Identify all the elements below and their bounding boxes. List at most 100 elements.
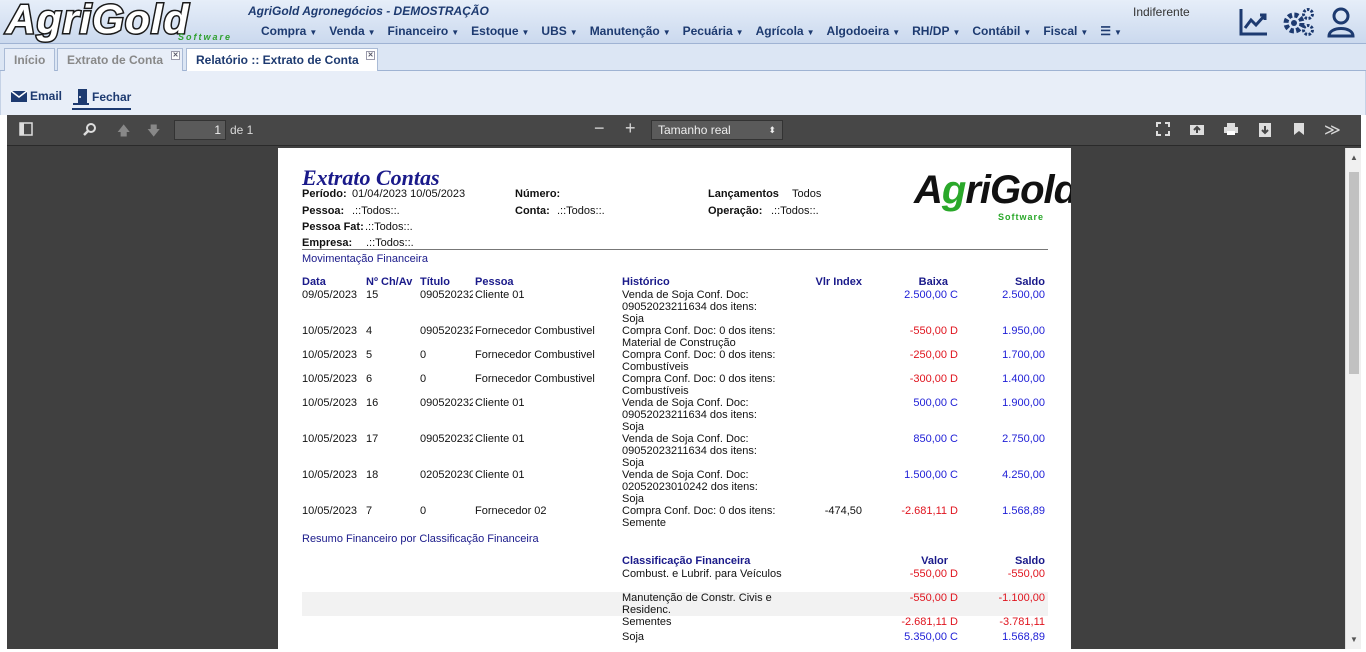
top-bar: AgriGold Software AgriGold Agronegócios …	[0, 0, 1366, 44]
scroll-thumb[interactable]	[1349, 172, 1359, 374]
periodo-value: 01/04/2023 10/05/2023	[352, 188, 466, 200]
email-icon	[10, 90, 28, 102]
agrigold-logo[interactable]: AgriGold Software	[4, 0, 242, 44]
tab-inicio[interactable]: Início	[4, 48, 56, 71]
action-toolbar: Email Fechar	[0, 71, 1366, 115]
empresa-label: Empresa:	[302, 237, 353, 249]
operacao-value: .::Todos::.	[771, 205, 819, 217]
zoom-out-icon[interactable]: −	[594, 118, 605, 139]
download-icon[interactable]	[1258, 122, 1272, 141]
menu-agricola[interactable]: Agrícola ▼	[750, 24, 821, 38]
menu-manutencao[interactable]: Manutenção ▼	[584, 24, 677, 38]
menu-compra[interactable]: Compra ▼	[255, 24, 323, 38]
bookmark-icon[interactable]	[1293, 122, 1305, 139]
row-historico: Venda de Soja Conf. Doc: 09052023211634 …	[622, 397, 757, 433]
row-nro: 4	[366, 325, 373, 337]
col-saldo: Saldo	[1015, 276, 1045, 288]
menu-estoque[interactable]: Estoque ▼	[465, 24, 535, 38]
row-titulo: 0905202321	[420, 325, 473, 337]
fullscreen-icon[interactable]	[1156, 122, 1170, 139]
col-classificacao: Classificação Financeira	[622, 555, 751, 567]
open-file-icon[interactable]	[1189, 122, 1205, 139]
gears-icon[interactable]	[1282, 6, 1314, 38]
report-logo-sub: Software	[997, 212, 1044, 222]
pdf-page: Extrato Contas Período: 01/04/2023 10/05…	[278, 148, 1071, 649]
scroll-up-icon[interactable]: ▲	[1350, 153, 1358, 162]
conta-label: Conta:	[515, 205, 550, 217]
next-page-icon[interactable]: 🡇	[147, 122, 160, 144]
row-data: 10/05/2023	[302, 505, 358, 517]
row-baixa: 500,00 C	[913, 397, 958, 409]
class-name: Sementes	[622, 616, 672, 628]
pessoa-label: Pessoa:	[302, 205, 345, 217]
user-icon[interactable]	[1326, 6, 1358, 38]
row-baixa: -250,00 D	[909, 349, 958, 361]
row-nro: 17	[366, 433, 379, 445]
lancamentos-value: Todos	[792, 188, 822, 200]
menu-more[interactable]: ☰ ▼	[1094, 24, 1128, 38]
class-saldo: -1.100,00	[998, 592, 1045, 604]
row-saldo: 1.900,00	[1002, 397, 1045, 409]
report-logo: AgriGold Software	[914, 168, 1071, 230]
context-label[interactable]: Indiferente	[1133, 5, 1190, 19]
row-baixa: -2.681,11 D	[901, 505, 958, 517]
row-vlrindex: -474,50	[824, 505, 862, 517]
col-titulo: Título	[420, 276, 450, 288]
menu-fiscal[interactable]: Fiscal ▼	[1037, 24, 1094, 38]
page-total: de 1	[230, 123, 254, 137]
email-button[interactable]: Email	[10, 88, 62, 104]
door-exit-icon	[73, 89, 89, 105]
scroll-down-icon[interactable]: ▼	[1350, 635, 1358, 644]
row-saldo: 2.500,00	[1002, 289, 1045, 301]
row-historico: Compra Conf. Doc: 0 dos itens: Combustív…	[622, 349, 776, 373]
conta-value: .::Todos::.	[557, 205, 605, 217]
chart-line-icon[interactable]	[1238, 6, 1270, 38]
close-tab-icon[interactable]: ✕	[366, 51, 375, 60]
row-data: 09/05/2023	[302, 289, 358, 301]
row-baixa: 1.500,00 C	[904, 469, 958, 481]
col-baixa: Baixa	[918, 276, 948, 288]
class-valor: 5.350,00 C	[904, 631, 958, 643]
row-baixa: 2.500,00 C	[904, 289, 958, 301]
tab-relatorio-extrato[interactable]: Relatório :: Extrato de Conta ✕	[186, 48, 378, 72]
row-pessoa: Fornecedor Combustivel	[475, 325, 595, 337]
row-pessoa: Fornecedor 02	[475, 505, 547, 517]
class-name: Combust. e Lubrif. para Veículos	[622, 568, 782, 580]
close-button[interactable]: Fechar	[72, 88, 132, 110]
row-pessoa: Fornecedor Combustivel	[475, 349, 595, 361]
row-nro: 7	[366, 505, 373, 517]
zoom-in-icon[interactable]: +	[625, 118, 636, 139]
row-data: 10/05/2023	[302, 373, 358, 385]
menu-rhdp[interactable]: RH/DP ▼	[906, 24, 966, 38]
menu-venda[interactable]: Venda ▼	[323, 24, 381, 38]
menu-pecuaria[interactable]: Pecuária ▼	[677, 24, 750, 38]
tab-extrato-conta[interactable]: Extrato de Conta ✕	[57, 48, 183, 71]
menu-contabil[interactable]: Contábil ▼	[966, 24, 1037, 38]
class-saldo: -3.781,11	[999, 616, 1045, 628]
prev-page-icon[interactable]: 🡅	[117, 122, 130, 144]
close-tab-icon[interactable]: ✕	[171, 51, 180, 60]
pessoafat-label: Pessoa Fat:	[302, 221, 364, 233]
header-divider	[302, 249, 1048, 250]
col-vlrindex: Vlr Index	[815, 276, 862, 288]
row-saldo: 2.750,00	[1002, 433, 1045, 445]
class-name: Manutenção de Constr. Civis e Residenc.	[622, 592, 772, 616]
col-historico: Histórico	[622, 276, 670, 288]
search-icon[interactable]	[83, 122, 97, 139]
pessoafat-value: .::Todos::.	[365, 221, 413, 233]
row-historico: Compra Conf. Doc: 0 dos itens: Semente	[622, 505, 776, 529]
operacao-label: Operação:	[708, 205, 763, 217]
row-saldo: 1.950,00	[1002, 325, 1045, 337]
vertical-scrollbar[interactable]: ▲ ▼	[1345, 148, 1361, 649]
double-chevron-right-icon[interactable]: ≫	[1324, 120, 1341, 140]
page-number-input[interactable]: 1	[174, 120, 226, 140]
menu-ubs[interactable]: UBS ▼	[535, 24, 583, 38]
row-pessoa: Cliente 01	[475, 397, 525, 409]
print-icon[interactable]	[1223, 122, 1239, 139]
sidebar-toggle-icon[interactable]	[19, 122, 33, 139]
menu-financeiro[interactable]: Financeiro ▼	[382, 24, 466, 38]
menu-algodoeira[interactable]: Algodoeira ▼	[821, 24, 907, 38]
zoom-select[interactable]: Tamanho real ⬍	[651, 120, 783, 140]
row-nro: 16	[366, 397, 379, 409]
row-pessoa: Cliente 01	[475, 469, 525, 481]
